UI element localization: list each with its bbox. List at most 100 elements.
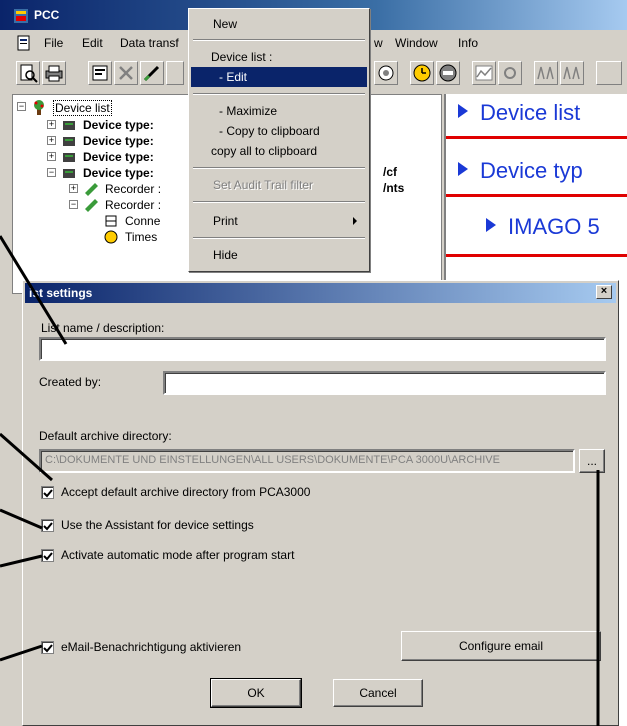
- print-button[interactable]: [42, 61, 66, 85]
- menu-edit[interactable]: Edit: [82, 36, 103, 50]
- app-title: PCC: [34, 8, 60, 22]
- tree-row-suffix: /cf: [383, 165, 398, 179]
- collapse-toggle[interactable]: −: [69, 200, 78, 209]
- doc-heading-text: IMAGO 5: [508, 214, 600, 239]
- configure-email-label: Configure email: [458, 639, 544, 653]
- properties-button[interactable]: [88, 61, 112, 85]
- doc-heading[interactable]: Device typ: [458, 158, 583, 184]
- configure-email-button[interactable]: Configure email: [401, 631, 601, 661]
- app-icon: [14, 9, 28, 23]
- doc-heading[interactable]: IMAGO 5: [486, 214, 600, 240]
- tree-root-icon: [34, 100, 44, 115]
- close-icon: ×: [600, 285, 608, 297]
- divider: [446, 194, 627, 197]
- menu-file[interactable]: File: [44, 36, 63, 50]
- tree-row-suffix: /nts: [383, 181, 405, 195]
- menu-copy-all[interactable]: copy all to clipboard: [191, 141, 367, 161]
- menu-separator: [193, 93, 365, 95]
- gear-icon: [504, 67, 516, 79]
- menu-hide-label: Hide: [213, 248, 238, 262]
- cancel-button[interactable]: Cancel: [333, 679, 423, 707]
- list-settings-dialog: ist settings × List name / description: …: [22, 280, 619, 726]
- delete-button[interactable]: [114, 61, 138, 85]
- auto-mode-label[interactable]: Activate automatic mode after program st…: [61, 548, 294, 562]
- menu-set-audit-trail-filter: Set Audit Trail filter: [191, 175, 367, 195]
- list-name-input[interactable]: [39, 337, 606, 361]
- tree-row-label[interactable]: Times: [125, 230, 157, 244]
- signal-button[interactable]: [534, 61, 558, 85]
- expand-toggle[interactable]: +: [69, 184, 78, 193]
- device-icon: [63, 137, 75, 146]
- collapse-toggle[interactable]: −: [17, 102, 26, 111]
- submenu-arrow-icon: [353, 217, 357, 225]
- expand-toggle[interactable]: +: [47, 136, 56, 145]
- list-name-label: List name / description:: [41, 321, 165, 335]
- menu-info[interactable]: Info: [458, 36, 478, 50]
- menu-new-label: New: [213, 17, 238, 31]
- ok-button[interactable]: OK: [210, 678, 302, 708]
- clock-button[interactable]: [410, 61, 434, 85]
- stop-button[interactable]: [436, 61, 460, 85]
- tree-row-label[interactable]: Device type:: [83, 166, 154, 180]
- chart-button[interactable]: [472, 61, 496, 85]
- tree-row-label[interactable]: Recorder :: [105, 198, 161, 212]
- tree-row-label[interactable]: Device type:: [83, 134, 154, 148]
- recorder-icon: [85, 183, 98, 196]
- tool-button[interactable]: [140, 61, 164, 85]
- menu-separator: [193, 237, 365, 239]
- accept-default-label[interactable]: Accept default archive directory from PC…: [61, 485, 310, 499]
- use-assistant-checkbox[interactable]: [41, 519, 54, 532]
- menu-print[interactable]: Print: [191, 211, 367, 231]
- tree-row-label[interactable]: Recorder :: [105, 182, 161, 196]
- close-button[interactable]: ×: [596, 285, 612, 299]
- browse-button[interactable]: ...: [579, 449, 605, 473]
- menu-new[interactable]: New: [191, 14, 367, 34]
- email-notify-label[interactable]: eMail-Benachrichtigung aktivieren: [61, 640, 241, 654]
- doc-heading[interactable]: Device list: [458, 100, 580, 126]
- menu-edit[interactable]: - Edit: [191, 67, 367, 87]
- menu-separator: [193, 167, 365, 169]
- tree-root-label[interactable]: Device list: [53, 100, 112, 116]
- settings-button[interactable]: [498, 61, 522, 85]
- menu-maximize[interactable]: - Maximize: [191, 101, 367, 121]
- menu-edit-label: - Edit: [219, 70, 248, 84]
- menu-data-transfer[interactable]: Data transf: [120, 36, 179, 50]
- signal-button-2[interactable]: [560, 61, 584, 85]
- menu-hide[interactable]: Hide: [191, 245, 367, 265]
- tool-button-partial[interactable]: [166, 61, 184, 85]
- use-assistant-label[interactable]: Use the Assistant for device settings: [61, 518, 254, 532]
- created-by-input[interactable]: [163, 371, 606, 395]
- checkmark-icon: [43, 489, 53, 498]
- tree-row-label[interactable]: Device type:: [83, 118, 154, 132]
- dialog-title: ist settings: [29, 286, 93, 300]
- divider: [446, 136, 627, 139]
- expand-toggle[interactable]: +: [47, 120, 56, 129]
- print-preview-button[interactable]: [16, 61, 40, 85]
- menu-view[interactable]: w: [374, 36, 383, 50]
- email-notify-checkbox[interactable]: [41, 641, 54, 654]
- record-icon: [378, 65, 394, 81]
- accept-default-checkbox[interactable]: [41, 486, 54, 499]
- device-icon: [63, 153, 75, 162]
- clock-icon: [413, 64, 431, 82]
- menu-audit-label: Set Audit Trail filter: [213, 178, 314, 192]
- tree-row-label[interactable]: Device type:: [83, 150, 154, 164]
- toolbar-button-end[interactable]: [596, 61, 622, 85]
- menu-copy-label: - Copy to clipboard: [219, 124, 320, 138]
- dialog-titlebar[interactable]: ist settings ×: [25, 283, 616, 303]
- tree-row-label[interactable]: Conne: [125, 214, 160, 228]
- record-button[interactable]: [374, 61, 398, 85]
- checkmark-icon: [43, 552, 53, 561]
- device-icon: [63, 169, 75, 178]
- menu-window[interactable]: Window: [395, 36, 438, 50]
- printer-icon: [45, 65, 63, 82]
- signal-icon-2: [563, 66, 580, 80]
- print-preview-icon: [20, 64, 38, 83]
- expand-toggle[interactable]: +: [47, 152, 56, 161]
- collapse-toggle[interactable]: −: [47, 168, 56, 177]
- menu-copy-to-clipboard[interactable]: - Copy to clipboard: [191, 121, 367, 141]
- signal-icon: [537, 66, 554, 80]
- arrow-right-icon: [458, 104, 468, 118]
- connection-icon: [105, 215, 117, 227]
- auto-mode-checkbox[interactable]: [41, 549, 54, 562]
